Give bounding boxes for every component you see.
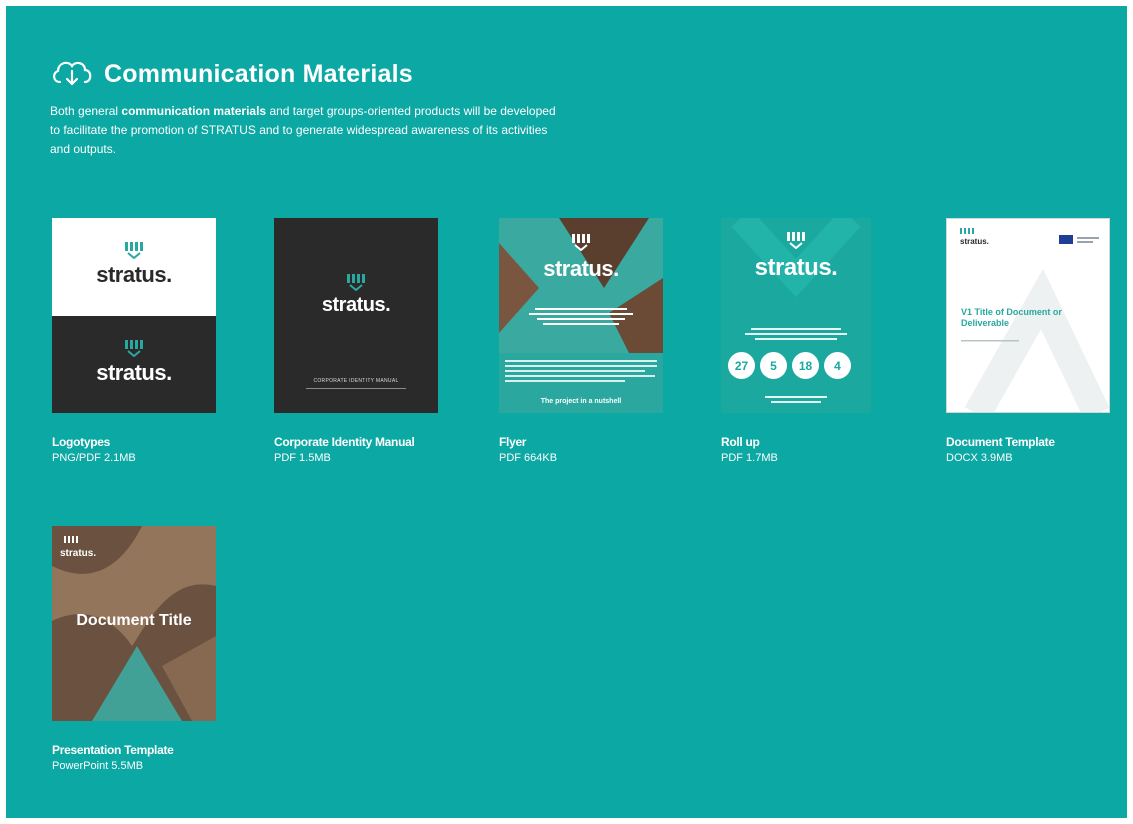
download-card-roll-up[interactable]: stratus. 27 5 18 4 Roll up PDF 1.7MB xyxy=(721,218,891,464)
rollup-stats: 27 5 18 4 xyxy=(728,352,851,379)
stat-circle: 5 xyxy=(760,352,787,379)
stratus-mark-icon xyxy=(64,536,78,543)
item-name[interactable]: Presentation Template xyxy=(52,743,222,757)
rollup-thumbnail[interactable]: stratus. 27 5 18 4 xyxy=(721,218,871,413)
document-logo: stratus. xyxy=(960,237,989,246)
download-card-flyer[interactable]: stratus. The project in a nutshell Flyer… xyxy=(499,218,669,464)
item-name[interactable]: Document Template xyxy=(946,435,1116,449)
description-bold-text: communication materials xyxy=(121,104,267,118)
logo-dark-panel: stratus. xyxy=(52,316,216,413)
item-file-info: PDF 1.5MB xyxy=(274,452,331,464)
document-title-placeholder: V1 Title of Document or Deliverable xyxy=(961,307,1062,328)
item-file-info: PNG/PDF 2.1MB xyxy=(52,452,136,464)
manual-caption: CORPORATE IDENTITY MANUAL xyxy=(313,378,399,384)
presentation-thumbnail[interactable]: stratus. Document Title xyxy=(52,526,216,721)
presentation-logo: stratus. xyxy=(60,548,97,559)
stratus-mark-icon xyxy=(960,228,974,234)
communication-materials-section: Communication Materials Both general com… xyxy=(6,6,1127,818)
section-header: Communication Materials xyxy=(50,56,413,93)
item-file-info: PDF 664KB xyxy=(499,452,558,464)
stat-circle: 27 xyxy=(728,352,755,379)
document-thumbnail[interactable]: stratus. V1 Title of Document or Deliver… xyxy=(946,218,1110,413)
stratus-mark-icon xyxy=(52,242,216,259)
flyer-footer: The project in a nutshell xyxy=(540,398,622,405)
manual-caption-rule xyxy=(306,388,406,389)
section-title: Communication Materials xyxy=(104,60,413,88)
description-text: Both general xyxy=(50,104,122,118)
flyer-thumbnail[interactable]: stratus. The project in a nutshell xyxy=(499,218,663,413)
download-card-logotypes[interactable]: stratus. stratus. Logotypes PNG/PDF 2.1M… xyxy=(52,218,222,464)
download-card-presentation-template[interactable]: stratus. Document Title Presentation Tem… xyxy=(52,526,222,772)
item-name[interactable]: Corporate Identity Manual xyxy=(274,435,444,449)
logotypes-thumbnail[interactable]: stratus. stratus. xyxy=(52,218,216,413)
item-name[interactable]: Logotypes xyxy=(52,435,222,449)
manual-logo: stratus. xyxy=(321,294,391,316)
logo-light-panel: stratus. xyxy=(52,218,216,316)
stat-circle: 4 xyxy=(824,352,851,379)
section-description: Both general communication materials and… xyxy=(50,102,560,159)
stratus-mark-icon xyxy=(52,340,216,357)
item-file-info: PDF 1.7MB xyxy=(721,452,778,464)
presentation-slide-title: Document Title xyxy=(76,612,192,629)
item-file-info: PowerPoint 5.5MB xyxy=(52,760,144,772)
manual-thumbnail[interactable]: stratus. CORPORATE IDENTITY MANUAL xyxy=(274,218,438,413)
cloud-download-icon xyxy=(50,56,94,93)
logo-wordmark-dark: stratus. xyxy=(96,262,172,287)
stratus-mark-icon xyxy=(721,232,871,249)
download-card-document-template[interactable]: stratus. V1 Title of Document or Deliver… xyxy=(946,218,1116,464)
stratus-mark-icon xyxy=(274,274,438,291)
flyer-logo: stratus. xyxy=(543,256,619,281)
stat-circle: 18 xyxy=(792,352,819,379)
item-name[interactable]: Flyer xyxy=(499,435,669,449)
logo-wordmark-light: stratus. xyxy=(96,360,172,385)
item-name[interactable]: Roll up xyxy=(721,435,891,449)
download-card-corporate-identity-manual[interactable]: stratus. CORPORATE IDENTITY MANUAL Corpo… xyxy=(274,218,444,464)
stratus-mark-icon xyxy=(499,234,663,251)
item-file-info: DOCX 3.9MB xyxy=(946,452,1013,464)
rollup-logo: stratus. xyxy=(754,254,838,281)
